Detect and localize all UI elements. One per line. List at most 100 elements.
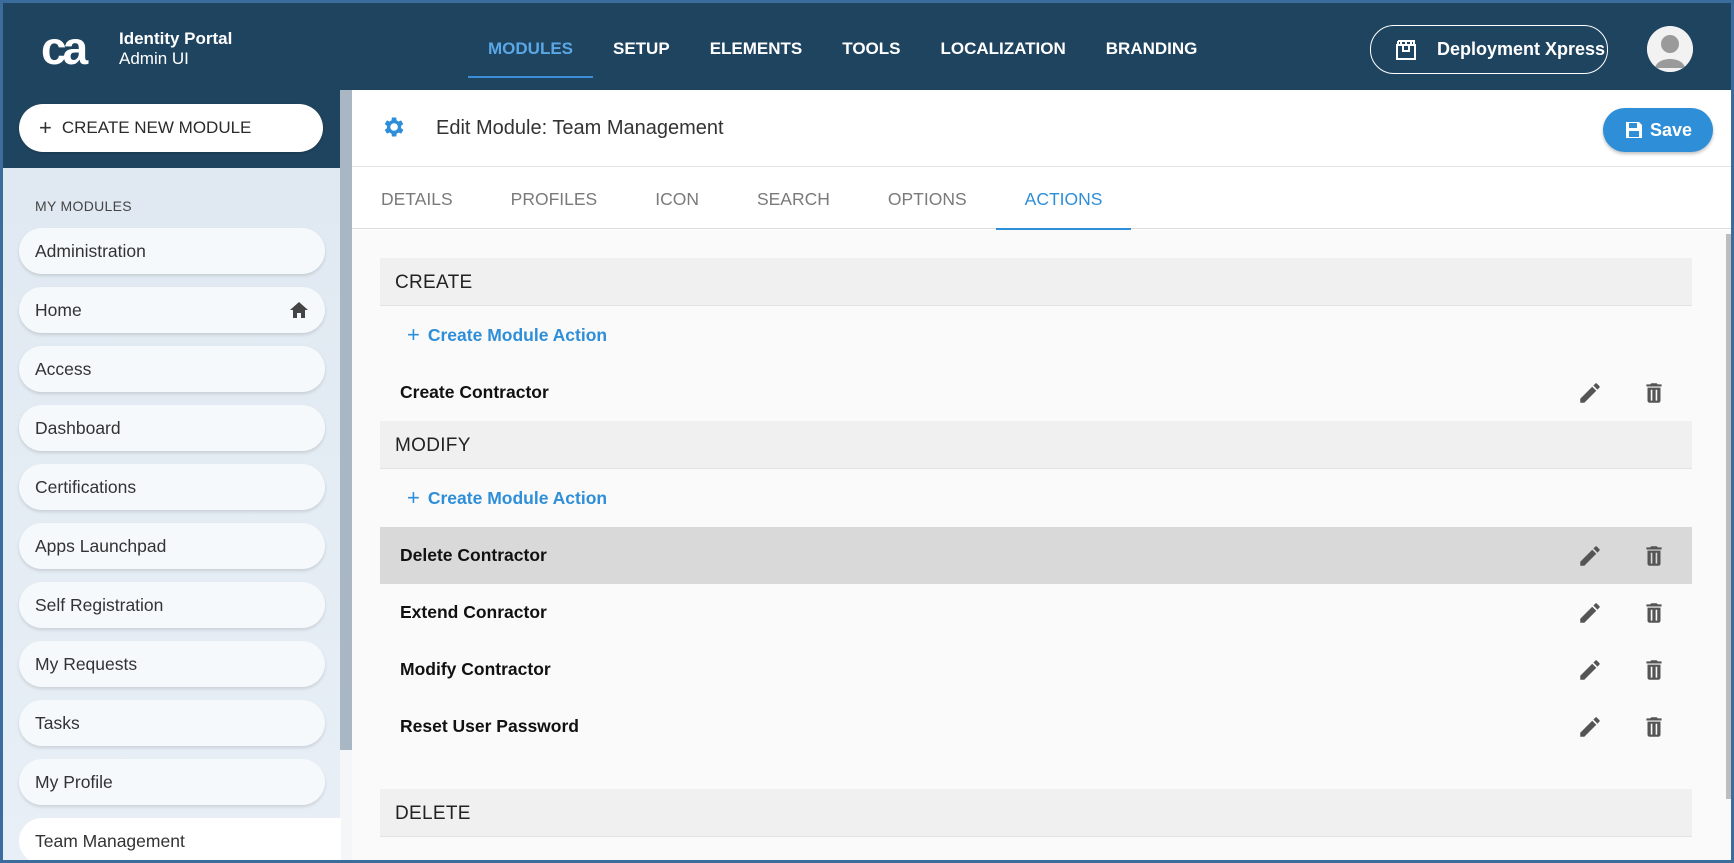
deploy-label: Deployment Xpress [1437,39,1606,59]
nav-modules[interactable]: MODULES [468,3,593,90]
app-title-line1: Identity Portal [119,29,233,48]
save-label: Save [1649,119,1693,140]
sidebar-item-label: My Requests [35,653,138,674]
modify-section: MODIFY + Create Module Action Delete Con… [380,421,1692,755]
deploy-store-icon [1396,39,1416,60]
row-actions [1577,380,1667,406]
main-panel: Edit Module: Team Management Save DETAIL… [352,90,1731,860]
delete-icon[interactable] [1641,380,1667,406]
create-new-module-button[interactable]: + CREATE NEW MODULE [19,104,323,152]
gear-icon [384,117,404,137]
create-module-action-button[interactable]: + Create Module Action [380,469,1692,527]
nav-branding[interactable]: BRANDING [1086,3,1218,90]
tab-icon[interactable]: ICON [626,168,728,229]
sidebar-item-self-registration[interactable]: Self Registration [19,582,325,628]
edit-icon[interactable] [1577,657,1603,683]
create-section: CREATE + Create Module Action Create Con… [380,258,1692,421]
action-name: Extend Conractor [400,602,547,622]
nav-setup[interactable]: SETUP [593,3,690,90]
action-row[interactable]: Create Contractor [380,364,1692,421]
sidebar-item-label: Access [35,358,92,379]
sidebar-item-label: Home [35,299,82,320]
app-title: Identity Portal Admin UI [119,29,232,69]
ca-logo: ca [41,29,93,71]
sidebar-item-label: Administration [35,240,146,261]
row-actions [1577,657,1667,683]
sidebar: + CREATE NEW MODULE MY MODULES Administr… [3,90,341,860]
my-modules-heading: MY MODULES [35,198,132,214]
content-scrollbar[interactable] [1726,234,1731,799]
sidebar-item-my-requests[interactable]: My Requests [19,641,325,687]
row-actions [1577,543,1667,569]
sidebar-item-label: My Profile [35,771,113,792]
action-name: Reset User Password [400,716,579,736]
create-new-module-label: CREATE NEW MODULE [61,118,252,137]
home-icon [290,302,308,318]
sidebar-item-administration[interactable]: Administration [19,228,325,274]
action-name: Create Contractor [400,382,549,402]
sidebar-item-my-profile[interactable]: My Profile [19,759,325,805]
edit-icon[interactable] [1577,380,1603,406]
sidebar-item-team-management[interactable]: Team Management [19,818,341,860]
tab-search[interactable]: SEARCH [728,168,859,229]
tab-options[interactable]: OPTIONS [859,168,996,229]
save-button[interactable]: Save [1603,108,1713,152]
nav-elements[interactable]: ELEMENTS [690,3,823,90]
action-row[interactable]: Reset User Password [380,698,1692,755]
sidebar-item-dashboard[interactable]: Dashboard [19,405,325,451]
plus-icon: + [39,115,52,140]
edit-icon[interactable] [1577,714,1603,740]
sidebar-item-tasks[interactable]: Tasks [19,700,325,746]
section-title-create: CREATE [380,258,1692,306]
delete-section: DELETE [380,789,1692,837]
action-name: Delete Contractor [400,545,547,565]
delete-icon[interactable] [1641,600,1667,626]
sidebar-item-access[interactable]: Access [19,346,325,392]
main-nav: MODULES SETUP ELEMENTS TOOLS LOCALIZATIO… [468,3,1217,90]
tab-actions[interactable]: ACTIONS [995,168,1132,230]
section-title-delete: DELETE [380,789,1692,837]
user-avatar[interactable] [1647,26,1693,72]
nav-tools[interactable]: TOOLS [822,3,920,90]
action-name: Modify Contractor [400,659,551,679]
top-bar: ca Identity Portal Admin UI MODULES SETU… [3,3,1731,90]
section-title-modify: MODIFY [380,421,1692,469]
actions-content: CREATE + Create Module Action Create Con… [352,230,1731,860]
deployment-xpress-button[interactable]: Deployment Xpress [1370,25,1608,74]
row-actions [1577,714,1667,740]
sidebar-item-certifications[interactable]: Certifications [19,464,325,510]
sidebar-item-label: Apps Launchpad [35,535,167,556]
page-title: Edit Module: Team Management [436,117,724,139]
create-module-action-button[interactable]: + Create Module Action [380,306,1692,364]
action-row[interactable]: Modify Contractor [380,641,1692,698]
tab-profiles[interactable]: PROFILES [482,168,627,229]
sidebar-item-label: Self Registration [35,594,164,615]
app-window: ca Identity Portal Admin UI MODULES SETU… [0,0,1734,863]
sidebar-item-label: Certifications [35,476,137,497]
row-actions [1577,600,1667,626]
action-row[interactable]: Extend Conractor [380,584,1692,641]
module-list: Administration Home Access Dashboard Cer… [19,228,341,860]
create-module-action-label: Create Module Action [427,487,608,508]
user-avatar-icon [1647,26,1693,72]
sidebar-item-label: Tasks [35,712,80,733]
edit-icon[interactable] [1577,543,1603,569]
delete-icon[interactable] [1641,657,1667,683]
delete-icon[interactable] [1641,543,1667,569]
sidebar-item-apps-launchpad[interactable]: Apps Launchpad [19,523,325,569]
action-row[interactable]: Delete Contractor [380,527,1692,584]
svg-text:ca: ca [41,29,89,71]
nav-localization[interactable]: LOCALIZATION [921,3,1086,90]
delete-icon[interactable] [1641,714,1667,740]
sidebar-scrollbar[interactable] [340,90,352,750]
plus-icon: + [407,322,420,347]
page-header: Edit Module: Team Management Save [352,90,1731,167]
module-tabs: DETAILS PROFILES ICON SEARCH OPTIONS ACT… [352,168,1731,230]
sidebar-item-label: Team Management [35,830,185,851]
create-module-action-label: Create Module Action [427,324,608,345]
sidebar-item-home[interactable]: Home [19,287,325,333]
save-icon [1625,122,1642,138]
tab-details[interactable]: DETAILS [352,168,482,229]
edit-icon[interactable] [1577,600,1603,626]
app-title-line2: Admin UI [119,49,189,68]
